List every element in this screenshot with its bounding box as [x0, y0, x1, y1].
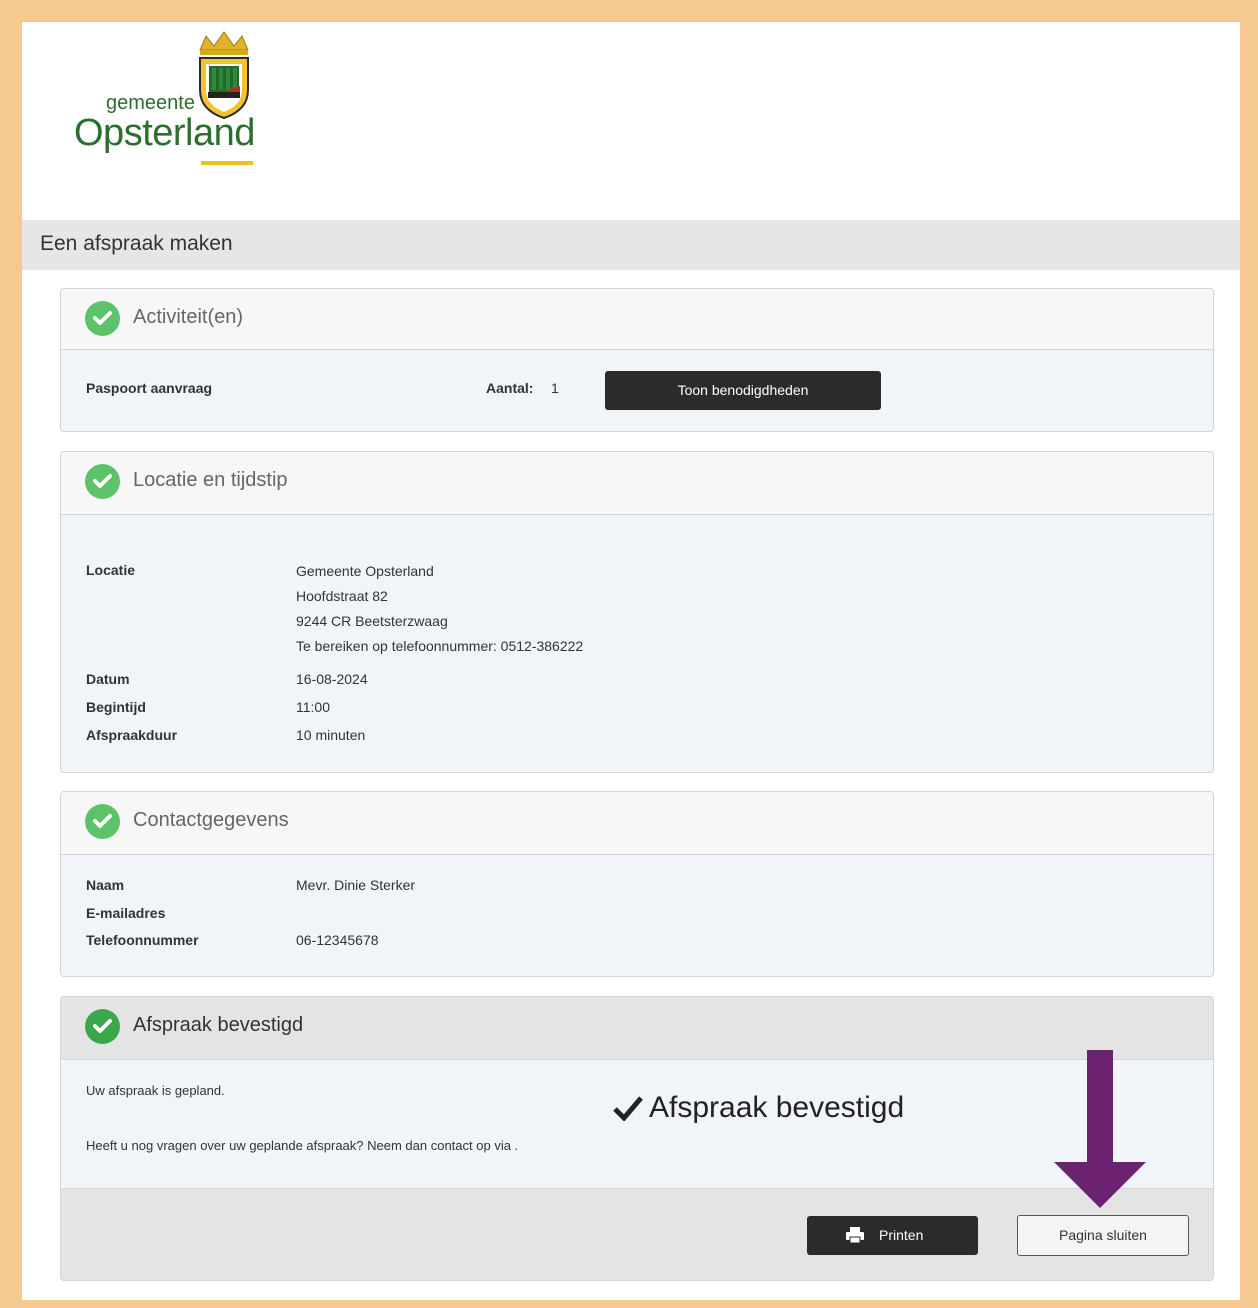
- name-label: Naam: [86, 877, 125, 893]
- confirmed-title: Afspraak bevestigd: [133, 1014, 304, 1036]
- confirmed-panel: Afspraak bevestigd Uw afspraak is geplan…: [60, 996, 1214, 1281]
- location-line-2: Hoofdstraat 82: [296, 588, 388, 604]
- date-label: Datum: [86, 671, 130, 687]
- logo-text-opsterland: Opsterland: [74, 112, 255, 154]
- location-line-3: 9244 CR Beetsterzwaag: [296, 613, 448, 629]
- date-value: 16-08-2024: [296, 671, 368, 687]
- phone-value: 06-12345678: [296, 932, 379, 948]
- location-title: Locatie en tijdstip: [133, 469, 288, 491]
- logo-underline: [201, 161, 253, 165]
- check-circle-icon: [85, 804, 120, 839]
- page-title-bar: Een afspraak maken: [22, 220, 1240, 270]
- opsterland-logo: gemeente Opsterland: [72, 28, 272, 178]
- name-value: Mevr. Dinie Sterker: [296, 877, 416, 893]
- check-circle-icon: [85, 464, 120, 499]
- contact-panel-header[interactable]: Contactgegevens: [61, 792, 1213, 855]
- location-label: Locatie: [86, 562, 136, 578]
- activities-title: Activiteit(en): [133, 306, 244, 328]
- location-panel-header[interactable]: Locatie en tijdstip: [61, 452, 1213, 515]
- checkmark-icon: [613, 1096, 643, 1121]
- location-line-4: Te bereiken op telefoonnummer: 0512-3862…: [296, 638, 584, 654]
- close-page-button[interactable]: Pagina sluiten: [1017, 1215, 1189, 1256]
- count-label: Aantal:: [486, 380, 534, 396]
- phone-label: Telefoonnummer: [86, 932, 199, 948]
- print-button[interactable]: Printen: [807, 1216, 978, 1255]
- print-button-label: Printen: [879, 1227, 924, 1243]
- page-title: Een afspraak maken: [40, 232, 233, 255]
- start-time-label: Begintijd: [86, 699, 146, 715]
- show-requirements-button[interactable]: Toon benodigdheden: [605, 371, 881, 410]
- activities-panel: Activiteit(en) Paspoort aanvraag Aantal:…: [60, 288, 1214, 432]
- location-line-1: Gemeente Opsterland: [296, 563, 434, 579]
- contact-title: Contactgegevens: [133, 809, 289, 831]
- confirmed-footer: Printen Pagina sluiten: [61, 1188, 1213, 1280]
- printer-icon: [846, 1227, 864, 1244]
- contact-panel: Contactgegevens Naam Mevr. Dinie Sterker…: [60, 791, 1214, 977]
- confirmed-panel-header: Afspraak bevestigd: [61, 997, 1213, 1060]
- confirmed-big-label: Afspraak bevestigd: [649, 1091, 905, 1124]
- check-circle-icon: [85, 301, 120, 336]
- down-arrow-icon: [1054, 1050, 1146, 1208]
- duration-label: Afspraakduur: [86, 727, 178, 743]
- questions-message: Heeft u nog vragen over uw geplande afsp…: [86, 1138, 519, 1153]
- activity-name: Paspoort aanvraag: [86, 380, 213, 396]
- coat-of-arms-icon: [199, 31, 249, 120]
- count-value: 1: [551, 380, 559, 396]
- activities-panel-header[interactable]: Activiteit(en): [61, 289, 1213, 350]
- location-panel: Locatie en tijdstip Locatie Gemeente Ops…: [60, 451, 1214, 773]
- duration-value: 10 minuten: [296, 727, 366, 743]
- email-label: E-mailadres: [86, 905, 166, 921]
- start-time-value: 11:00: [296, 699, 330, 715]
- check-circle-icon: [85, 1009, 120, 1044]
- confirmed-message: Uw afspraak is gepland.: [86, 1083, 225, 1098]
